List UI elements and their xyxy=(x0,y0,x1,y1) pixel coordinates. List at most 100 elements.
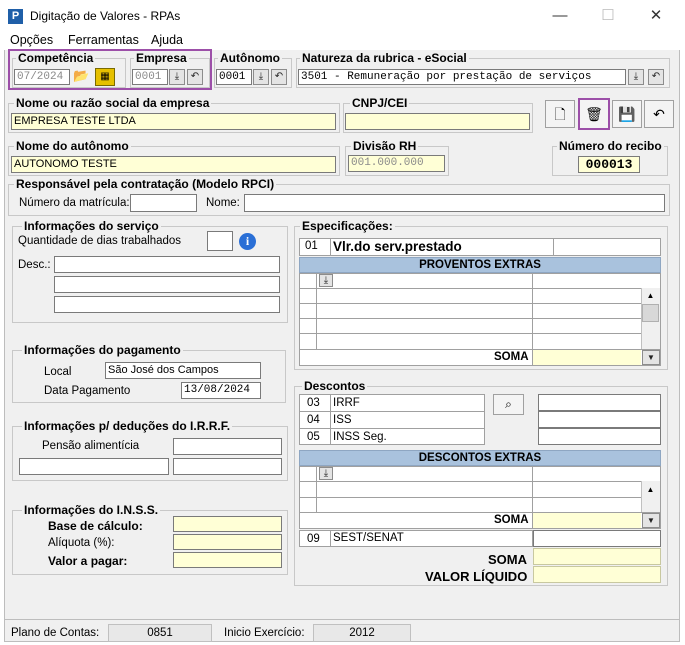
nome-empresa-input[interactable]: EMPRESA TESTE LTDA xyxy=(11,113,336,130)
natureza-lookup-icon[interactable]: ⤓ xyxy=(628,69,644,85)
undo-icon[interactable]: ↶ xyxy=(644,100,674,128)
list-row-line xyxy=(299,411,485,412)
grid-row-line xyxy=(299,497,641,498)
desconto-name-irrf: IRRF xyxy=(333,397,360,409)
servico-label: Informações do serviço xyxy=(22,219,161,233)
aliquota-label: Alíquota (%): xyxy=(48,537,115,549)
pagamento-label: Informações do pagamento xyxy=(22,343,183,357)
maximize-button[interactable]: ☐ xyxy=(588,4,628,28)
inss-label: Informações do I.N.S.S. xyxy=(22,503,161,517)
nome-autonomo-label: Nome do autônomo xyxy=(14,139,131,153)
pensao-nome-input[interactable] xyxy=(19,458,169,475)
nome-autonomo-input[interactable]: AUTONOMO TESTE xyxy=(11,156,336,173)
descontos-extras-header: DESCONTOS EXTRAS xyxy=(299,450,661,466)
natureza-label: Natureza da rubrica - eSocial xyxy=(300,51,469,65)
competencia-input[interactable]: 07/2024 xyxy=(14,69,70,85)
descontos-soma-label: SOMA xyxy=(494,514,529,526)
status-divider xyxy=(5,619,679,620)
desc-line-1[interactable] xyxy=(54,256,280,273)
responsavel-nome-input[interactable] xyxy=(244,194,665,212)
empresa-input[interactable]: 0001 xyxy=(132,69,168,85)
scroll-thumb[interactable] xyxy=(642,304,659,322)
desc-line-2[interactable] xyxy=(54,276,280,293)
desconto-name-inss: INSS Seg. xyxy=(333,431,387,443)
divisao-input[interactable]: 001.000.000 xyxy=(348,155,445,172)
valor-liquido-label: VALOR LÍQUIDO xyxy=(425,569,528,584)
inicio-exercicio-value: 2012 xyxy=(313,624,411,642)
empresa-undo-icon[interactable]: ↶ xyxy=(187,69,203,85)
proventos-dropdown-icon[interactable]: ⤓ xyxy=(319,274,333,287)
menu-ferramentas[interactable]: Ferramentas xyxy=(68,33,139,47)
dias-input[interactable] xyxy=(207,231,233,251)
autonomo-label: Autônomo xyxy=(218,51,282,65)
desconto-code-inss: 05 xyxy=(307,431,320,443)
competencia-label: Competência xyxy=(16,51,96,65)
proventos-soma-label: SOMA xyxy=(494,351,529,363)
empresa-lookup-icon[interactable]: ⤓ xyxy=(169,69,185,85)
desc-label: Desc.: xyxy=(18,259,51,271)
desconto-name-iss: ISS xyxy=(333,414,352,426)
empresa-label: Empresa xyxy=(134,51,189,65)
data-pagamento-input[interactable]: 13/08/2024 xyxy=(181,382,261,399)
minimize-button[interactable]: — xyxy=(540,4,580,28)
scroll-down-icon[interactable]: ▼ xyxy=(642,350,660,365)
scroll-down-icon[interactable]: ▼ xyxy=(642,513,660,528)
descontos-list[interactable] xyxy=(299,394,485,445)
base-calculo-input[interactable] xyxy=(173,516,282,532)
grid-col-line xyxy=(316,273,317,350)
natureza-undo-icon[interactable]: ↶ xyxy=(648,69,664,85)
folder-open-icon[interactable]: 📂 xyxy=(73,68,91,86)
list-col-line xyxy=(330,394,331,445)
autonomo-input[interactable]: 0001 xyxy=(216,69,252,85)
responsavel-label: Responsável pela contratação (Modelo RPC… xyxy=(14,177,277,191)
descontos-dropdown-icon[interactable]: ⤓ xyxy=(319,467,333,480)
new-document-icon[interactable]: 🗋 xyxy=(545,100,575,128)
list-row-line xyxy=(299,428,485,429)
especificacao-item: Vlr.do serv.prestado xyxy=(330,238,462,256)
scroll-up-icon[interactable]: ▲ xyxy=(642,483,659,497)
valor-pagar-input[interactable] xyxy=(173,552,282,568)
grid-row-line xyxy=(299,303,641,304)
save-icon[interactable]: 💾 xyxy=(612,100,642,128)
valor-liquido-value xyxy=(533,566,661,583)
desc-line-3[interactable] xyxy=(54,296,280,313)
pensao-input[interactable] xyxy=(173,438,282,455)
natureza-input[interactable]: 3501 - Remuneração por prestação de serv… xyxy=(298,69,626,85)
autonomo-undo-icon[interactable]: ↶ xyxy=(271,69,287,85)
search-icon[interactable]: ⌕ xyxy=(493,394,524,415)
close-button[interactable]: ✕ xyxy=(636,4,676,28)
pensao-label: Pensão alimentícia xyxy=(42,440,140,452)
local-input[interactable]: São José dos Campos xyxy=(105,362,261,379)
especificacoes-label: Especificações: xyxy=(300,219,395,233)
menu-ajuda[interactable]: Ajuda xyxy=(151,33,183,47)
pensao-valor-input[interactable] xyxy=(173,458,282,475)
plano-contas-label: Plano de Contas: xyxy=(11,627,100,639)
recibo-label: Número do recibo xyxy=(557,139,664,153)
recycle-bin-icon[interactable]: 🗑 xyxy=(578,98,610,130)
info-icon[interactable]: i xyxy=(239,233,256,250)
autonomo-lookup-icon[interactable]: ⤓ xyxy=(253,69,269,85)
menu-opcoes[interactable]: Opções xyxy=(10,33,53,47)
calendar-icon[interactable]: ▦ xyxy=(95,68,115,86)
base-calculo-label: Base de cálculo: xyxy=(48,519,143,533)
sest-value[interactable] xyxy=(533,530,661,547)
sest-name: SEST/SENAT xyxy=(333,532,404,544)
inss-value[interactable] xyxy=(538,428,661,445)
aliquota-input[interactable] xyxy=(173,534,282,550)
dias-label: Quantidade de dias trabalhados xyxy=(18,235,182,247)
total-soma-value xyxy=(533,548,661,565)
cnpj-input[interactable] xyxy=(345,113,530,130)
desconto-code-irrf: 03 xyxy=(307,397,320,409)
scroll-up-icon[interactable]: ▲ xyxy=(642,289,659,303)
irrf-value[interactable] xyxy=(538,394,661,411)
cnpj-label: CNPJ/CEI xyxy=(350,96,410,110)
nome-empresa-label: Nome ou razão social da empresa xyxy=(14,96,212,110)
irrf-label: Informações p/ deduções do I.R.R.F. xyxy=(22,419,233,433)
iss-value[interactable] xyxy=(538,411,661,428)
matricula-input[interactable] xyxy=(130,194,197,212)
grid-row-line xyxy=(299,481,641,482)
plano-contas-value: 0851 xyxy=(108,624,212,642)
local-label: Local xyxy=(44,366,72,378)
total-soma-label: SOMA xyxy=(488,552,527,567)
matricula-label: Número da matrícula: xyxy=(19,197,130,209)
